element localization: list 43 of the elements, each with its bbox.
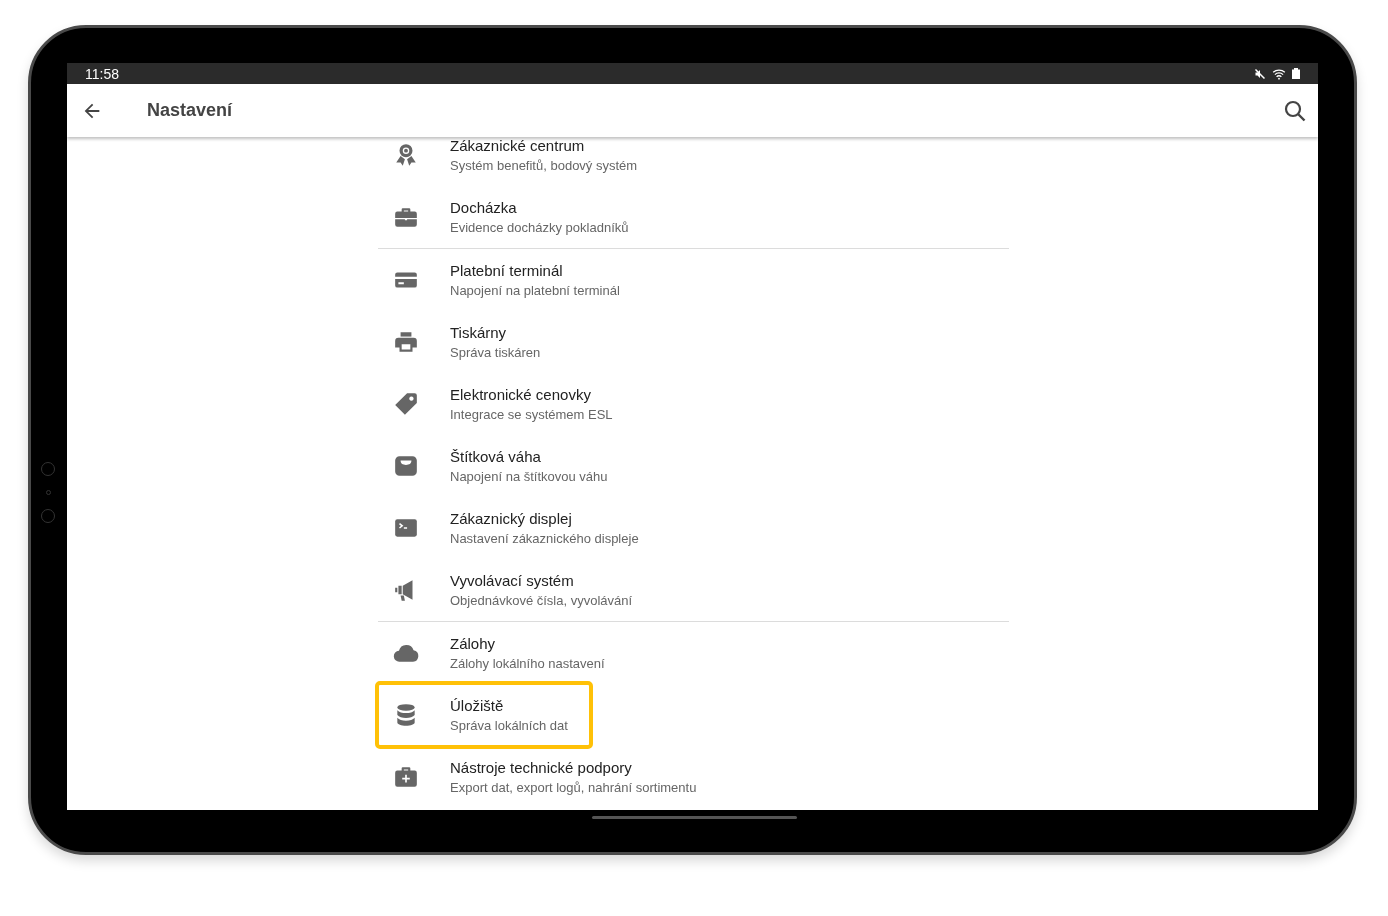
item-title: Platební terminál <box>450 261 564 280</box>
item-subtitle: Evidence docházky pokladníků <box>450 219 629 236</box>
item-subtitle: Napojení na štítkovou váhu <box>450 468 608 485</box>
settings-item[interactable]: Docházka Evidence docházky pokladníků <box>378 186 651 248</box>
tag-icon <box>393 391 419 417</box>
item-title: Docházka <box>450 198 518 217</box>
settings-item[interactable]: Elektronické cenovky Integrace se systémem ESL <box>378 373 635 435</box>
item-title: Tiskárny <box>450 323 508 342</box>
item-subtitle: Napojení na platební terminál <box>450 282 620 299</box>
settings-item[interactable]: Zákaznický displej Nastavení zákaznického displeje <box>378 497 661 559</box>
item-title: Zákaznický displej <box>450 509 573 528</box>
screen-title: Nastavení <box>147 100 233 121</box>
printer-icon <box>393 329 419 355</box>
item-subtitle: Správa tiskáren <box>450 344 541 361</box>
item-title: Nástroje technické podpory <box>450 758 633 777</box>
item-subtitle: Nastavení zákaznického displeje <box>450 530 639 547</box>
settings-item[interactable]: Vyvolávací systém Objednávkové čísla, vyvolávání <box>378 559 655 621</box>
item-title: Štítková váha <box>450 447 542 466</box>
settings-item[interactable]: Zálohy Zálohy lokálního nastavení <box>378 622 627 684</box>
item-title: Vyvolávací systém <box>450 571 575 590</box>
settings-item[interactable]: Štítková váha Napojení na štítkovou váhu <box>378 435 630 497</box>
item-subtitle: Integrace se systémem ESL <box>450 406 613 423</box>
wifi-icon <box>1272 67 1286 80</box>
item-subtitle: Zálohy lokálního nastavení <box>450 655 605 672</box>
medical-bag-icon <box>393 764 419 790</box>
battery-icon <box>1292 68 1300 79</box>
status-time: 11:58 <box>85 65 119 82</box>
scale-icon <box>393 453 419 479</box>
item-title: Zálohy <box>450 634 497 653</box>
settings-item[interactable]: Tiskárny Správa tiskáren <box>378 311 563 373</box>
settings-item[interactable]: Nástroje technické podpory Export dat, export logů, nahrání sortimentu <box>378 746 719 808</box>
item-title: Elektronické cenovky <box>450 385 592 404</box>
mute-icon <box>1254 67 1266 80</box>
item-title: Zákaznické centrum <box>450 137 586 155</box>
settings-item[interactable]: Platební terminál Napojení na platební terminál <box>378 249 642 311</box>
item-subtitle: Správa lokálních dat <box>450 717 568 734</box>
item-subtitle: Objednávkové čísla, vyvolávání <box>450 592 633 609</box>
settings-item[interactable]: Zákaznické centrum Systém benefitů, bodový systém <box>378 137 660 186</box>
award-icon <box>393 142 419 168</box>
item-subtitle: Export dat, export logů, nahrání sortimentu <box>450 779 697 796</box>
item-title: Úložiště <box>450 696 505 715</box>
settings-item[interactable]: Úložiště Správa lokálních dat <box>378 684 590 746</box>
item-subtitle: Systém benefitů, bodový systém <box>450 157 638 174</box>
